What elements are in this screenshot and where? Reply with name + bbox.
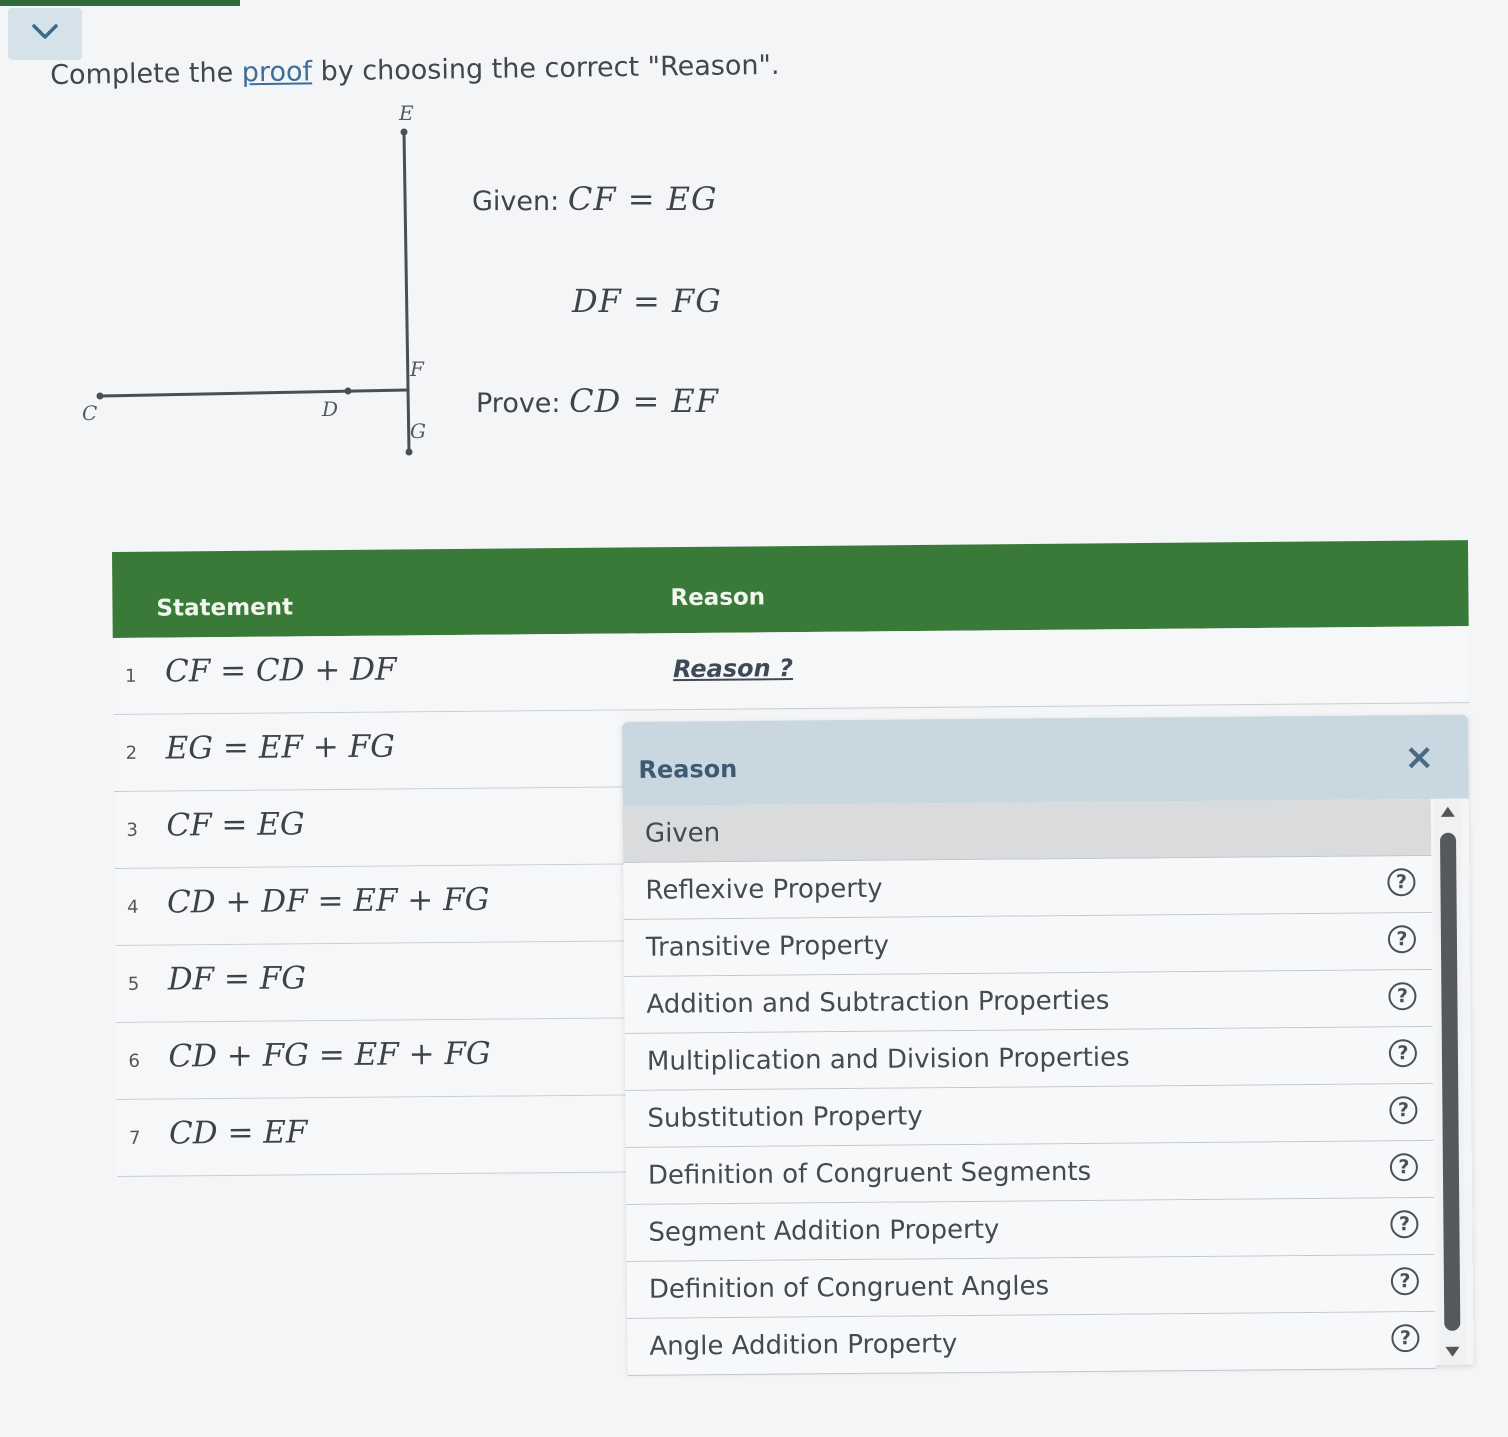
reason-option[interactable]: Addition and Subtraction Properties?: [624, 969, 1433, 1034]
table-row: 2 EG = EF + FG: [113, 710, 625, 792]
given-line-2: DF = FG: [572, 282, 722, 320]
table-row: 3 CF = EG: [114, 787, 625, 869]
reason-option[interactable]: Given: [622, 798, 1432, 863]
table-row: 4 CD + DF = EF + FG: [114, 864, 626, 946]
reason-option[interactable]: Angle Addition Property?: [627, 1311, 1436, 1376]
prove-label: Prove:: [476, 388, 561, 419]
row-number: 7: [129, 1127, 141, 1149]
help-icon[interactable]: ?: [1388, 982, 1417, 1011]
reason-option-label: Definition of Congruent Segments: [647, 1156, 1092, 1191]
header-statement: Statement: [156, 594, 294, 622]
table-row: 1 CF = CD + DF Reason ?: [112, 626, 1470, 715]
close-icon[interactable]: ×: [1404, 737, 1435, 778]
reason-option-label: Definition of Congruent Angles: [648, 1271, 1050, 1305]
reason-option[interactable]: Multiplication and Division Properties?: [624, 1026, 1434, 1091]
row-number: 4: [127, 896, 139, 918]
reason-option[interactable]: Definition of Congruent Angles?: [626, 1254, 1436, 1319]
row-number: 3: [126, 819, 138, 841]
label-g: G: [410, 419, 426, 443]
help-icon[interactable]: ?: [1387, 868, 1416, 897]
prove-line: Prove: CD = EF: [476, 382, 719, 420]
row-statement: DF = FG: [167, 960, 307, 998]
segment-cf: [99, 388, 409, 398]
help-icon[interactable]: ?: [1389, 1096, 1418, 1125]
row-number: 6: [128, 1050, 140, 1072]
table-row: 5 DF = FG: [115, 941, 627, 1023]
dropdown-scrollbar[interactable]: [1434, 798, 1466, 1365]
scroll-up-arrow-icon[interactable]: [1440, 806, 1455, 817]
point-c: [96, 392, 104, 400]
help-icon[interactable]: ?: [1387, 925, 1417, 954]
row-number: 5: [127, 973, 140, 995]
table-row: 7 CD = EF: [116, 1095, 628, 1177]
point-d: [344, 387, 352, 395]
row-number: 2: [125, 742, 138, 764]
given-equation-1: CF = EG: [567, 180, 718, 218]
reason-option-label: Multiplication and Division Properties: [646, 1042, 1130, 1077]
row-statement: CF = CD + DF: [164, 651, 397, 690]
given-label: Given:: [472, 186, 560, 217]
label-c: C: [82, 401, 97, 425]
help-icon[interactable]: ?: [1391, 1324, 1420, 1353]
help-icon[interactable]: ?: [1390, 1210, 1419, 1239]
reason-option[interactable]: Definition of Congruent Segments?: [625, 1140, 1435, 1205]
reason-dropdown: Reason × Given Reflexive Property? Transit…: [622, 714, 1474, 1376]
row-number: 1: [124, 665, 137, 687]
label-e: E: [398, 101, 414, 125]
point-e: [400, 128, 408, 136]
row-statement: EG = EF + FG: [165, 728, 396, 767]
reason-option[interactable]: Transitive Property?: [623, 912, 1433, 977]
help-icon[interactable]: ?: [1389, 1153, 1419, 1182]
reason-option-label: Given: [644, 818, 721, 849]
help-icon[interactable]: ?: [1388, 1039, 1418, 1068]
scroll-thumb[interactable]: [1439, 832, 1461, 1331]
table-row: 6 CD + FG = EF + FG: [116, 1018, 627, 1100]
reason-option-label: Angle Addition Property: [649, 1329, 958, 1362]
dropdown-title: Reason: [638, 754, 738, 784]
point-g: [405, 448, 413, 456]
reason-option-label: Reflexive Property: [645, 873, 883, 906]
reason-option-label: Addition and Subtraction Properties: [646, 985, 1110, 1020]
row-statement: CF = EG: [166, 806, 305, 844]
label-d: D: [321, 397, 338, 421]
reason-options-list: Given Reflexive Property? Transitive Prope…: [622, 798, 1436, 1376]
help-icon[interactable]: ?: [1390, 1267, 1420, 1296]
label-f: F: [409, 357, 425, 381]
segment-eg: [402, 131, 411, 453]
scroll-down-arrow-icon[interactable]: [1445, 1346, 1460, 1357]
dropdown-header: Reason ×: [622, 714, 1469, 806]
table-header: Statement Reason: [112, 540, 1469, 638]
row-statement: CD = EF: [168, 1114, 308, 1152]
prove-equation: CD = EF: [569, 382, 719, 420]
reason-option[interactable]: Substitution Property?: [625, 1083, 1434, 1148]
reason-option-label: Transitive Property: [645, 930, 890, 963]
geometry-diagram: E F G C D: [82, 101, 426, 456]
reason-option-label: Substitution Property: [647, 1101, 923, 1134]
row-statement: CD + FG = EF + FG: [168, 1035, 491, 1075]
row-statement: CD + DF = EF + FG: [166, 881, 490, 921]
reason-select-link[interactable]: Reason ?: [673, 654, 793, 683]
reason-option-label: Segment Addition Property: [648, 1214, 1000, 1248]
reason-option[interactable]: Reflexive Property?: [623, 855, 1432, 920]
reason-option[interactable]: Segment Addition Property?: [626, 1197, 1435, 1262]
given-equation-2: DF = FG: [572, 282, 722, 320]
given-line-1: Given: CF = EG: [472, 180, 718, 218]
header-reason: Reason: [670, 584, 766, 612]
